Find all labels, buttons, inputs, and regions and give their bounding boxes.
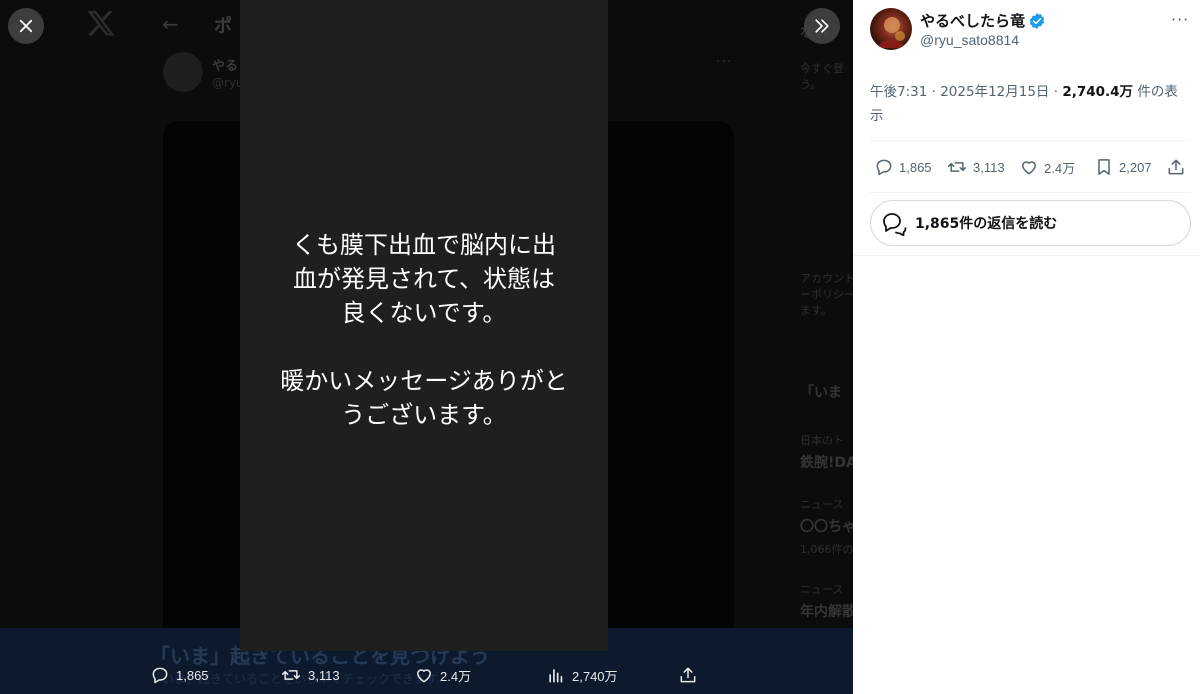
bg-author-handle: @ryu (212, 76, 244, 90)
bg-avatar (163, 52, 203, 92)
media-line: 良くないです。 (341, 298, 507, 327)
media-views-count: 2,740万 (572, 668, 618, 684)
bookmark-count: 2,207 (1119, 159, 1152, 175)
media-like-count: 2.4万 (440, 668, 472, 684)
media-share-button[interactable] (678, 665, 704, 685)
tweet-time[interactable]: 午後7:31 (870, 84, 927, 100)
media-line: 血が発見されて、状態は (292, 264, 556, 293)
read-replies-label: 1,865件の返信を読む (915, 216, 1058, 232)
close-button[interactable] (8, 8, 44, 44)
tweet-detail-panel: やるべしたら竜 @ryu_sato8814 ··· 午後7:31 · 2025年… (853, 0, 1200, 694)
divider (853, 255, 1200, 256)
close-icon (19, 19, 33, 33)
double-chevron-right-icon (815, 19, 829, 33)
views-count: 2,740.4万 (1062, 84, 1134, 100)
author-handle[interactable]: @ryu_sato8814 (920, 32, 1019, 48)
more-options-icon[interactable]: ··· (1171, 10, 1189, 29)
bg-right-text: 〇〇ちゃ (800, 519, 853, 535)
media-repost-count: 3,113 (308, 667, 340, 683)
bg-right-text: 年内解散 (800, 604, 853, 620)
reply-button[interactable]: 1,865 (874, 157, 932, 177)
reply-icon (876, 159, 892, 176)
share-icon (1168, 159, 1184, 175)
bg-right-text: アカウント (800, 272, 853, 285)
bg-right-text: 「いま (800, 385, 842, 401)
bg-right-text: 1,066件の (800, 543, 853, 556)
media-reply-count: 1,865 (176, 667, 209, 683)
media-action-bar: 1,865 3,113 2.4万 2,740万 (0, 652, 853, 694)
speech-bubbles-icon (883, 213, 907, 236)
bookmark-icon (1098, 159, 1110, 175)
repost-icon (947, 162, 967, 172)
bg-right-text: ニュース (800, 498, 844, 511)
author-name[interactable]: やるべしたら竜 (920, 10, 1046, 31)
bg-right-text: う。 (800, 78, 822, 91)
read-replies-button[interactable]: 1,865件の返信を読む (870, 200, 1191, 246)
repost-count: 3,113 (973, 159, 1005, 175)
media-line: くも膜下出血で脳内に出 (292, 230, 556, 259)
back-arrow-icon: ← (162, 12, 179, 36)
bg-right-text: 今すぐ登 (800, 62, 844, 75)
bg-right-text: 日本のト (800, 434, 844, 447)
heart-icon (1022, 161, 1036, 175)
share-icon (680, 667, 696, 683)
reply-icon (152, 667, 168, 684)
analytics-icon (549, 669, 563, 683)
media-repost-button[interactable]: 3,113 (280, 665, 340, 685)
tweet-date[interactable]: 2025年12月15日 (940, 84, 1049, 100)
bg-right-text: ます。 (800, 304, 832, 317)
heart-icon (417, 669, 431, 683)
verified-badge-icon (1029, 12, 1045, 29)
bg-right-text: 鉄腕!DA (800, 455, 853, 471)
bg-page-title: ポ (214, 16, 232, 37)
meta-separator: · (931, 84, 936, 100)
avatar-photo (876, 17, 906, 48)
collapse-panel-button[interactable] (804, 8, 840, 44)
author-name-text: やるべしたら竜 (920, 12, 1026, 30)
media-line: うございます。 (341, 400, 507, 429)
tweet-actions: 1,865 3,113 2.4万 2,207 (870, 154, 1190, 182)
share-button[interactable] (1166, 157, 1191, 177)
bookmark-button[interactable]: 2,207 (1094, 157, 1152, 177)
bg-more-icon: ··· (716, 54, 733, 70)
reply-count: 1,865 (899, 159, 932, 175)
media-like-button[interactable]: 2.4万 (414, 665, 471, 685)
media-caption: くも膜下出血で脳内に出 血が発見されて、状態は 良くないです。 暖かいメッセージ… (264, 228, 584, 432)
like-button[interactable]: 2.4万 (1019, 157, 1075, 177)
repost-icon (281, 670, 301, 680)
bg-author-name: やる (212, 59, 239, 74)
media-image[interactable]: くも膜下出血で脳内に出 血が発見されて、状態は 良くないです。 暖かいメッセージ… (240, 0, 608, 651)
media-reply-button[interactable]: 1,865 (150, 665, 209, 685)
meta-separator: · (1053, 84, 1059, 100)
media-line: 暖かいメッセージありがと (280, 366, 568, 395)
repost-button[interactable]: 3,113 (946, 157, 1005, 177)
divider (870, 140, 1190, 141)
author-avatar[interactable] (870, 8, 912, 50)
x-logo-icon (87, 10, 115, 36)
bg-right-column: ない今すぐ登う。アカウントーポリシーます。「いま日本のト鉄腕!DAニュース〇〇ち… (795, 0, 853, 694)
divider (870, 192, 1190, 193)
bg-right-text: ーポリシー (800, 288, 853, 301)
media-views-button[interactable]: 2,740万 (546, 665, 618, 685)
tweet-meta: 午後7:31 · 2025年12月15日 · 2,740.4万 件の表示 (870, 80, 1190, 128)
bg-right-text: ニュース (800, 583, 844, 596)
like-count: 2.4万 (1044, 160, 1076, 176)
